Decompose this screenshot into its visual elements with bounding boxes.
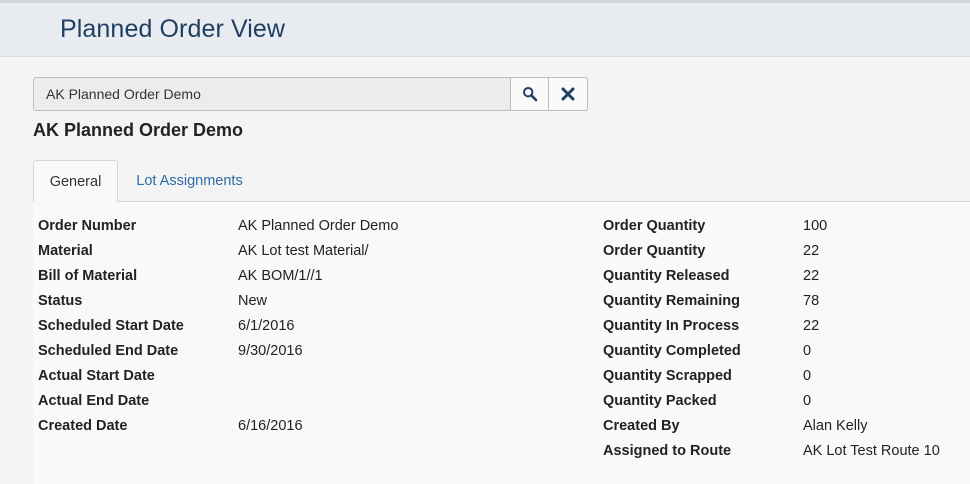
field-value: 22 (803, 268, 820, 284)
search-bar (33, 77, 588, 111)
field-value: 9/30/2016 (238, 343, 303, 359)
field-label: Created Date (38, 418, 128, 434)
field-value: 22 (803, 318, 820, 334)
field-value: AK Lot Test Route 10 (803, 443, 940, 459)
field-value: 0 (803, 393, 812, 409)
field-value: Alan Kelly (803, 418, 868, 434)
field-label: Quantity Packed (603, 393, 717, 409)
field-value: New (238, 293, 268, 309)
field-label: Scheduled Start Date (38, 318, 184, 334)
clear-button[interactable] (549, 77, 588, 111)
field-label: Quantity Remaining (603, 293, 740, 309)
field-label: Actual Start Date (38, 368, 155, 384)
field-label: Order Quantity (603, 243, 706, 259)
field-label: Actual End Date (38, 393, 150, 409)
tab-general[interactable]: General (33, 160, 118, 203)
field-label: Quantity Completed (603, 343, 741, 359)
field-label: Assigned to Route (603, 443, 732, 459)
search-button[interactable] (510, 77, 549, 111)
general-panel: Order Number AK Planned Order Demo Mater… (33, 202, 970, 484)
field-value: 22 (803, 243, 820, 259)
field-label: Quantity In Process (603, 318, 740, 334)
tab-bar: General Lot Assignments (33, 160, 970, 203)
field-value: AK BOM/1//1 (238, 268, 323, 284)
field-value: 78 (803, 293, 820, 309)
field-label: Status (38, 293, 83, 309)
search-icon (522, 87, 537, 102)
close-icon (561, 87, 575, 101)
field-label: Quantity Released (603, 268, 730, 284)
field-label: Material (38, 243, 93, 259)
field-value: AK Planned Order Demo (238, 218, 399, 234)
page-title: Planned Order View (60, 15, 286, 43)
page-header: Planned Order View (0, 0, 970, 57)
field-label: Order Quantity (603, 218, 706, 234)
field-label: Order Number (38, 218, 137, 234)
field-label: Bill of Material (38, 268, 138, 284)
field-value: 100 (803, 218, 828, 234)
field-value: 0 (803, 343, 812, 359)
record-title: AK Planned Order Demo (33, 120, 244, 140)
field-value: AK Lot test Material/ (238, 243, 369, 259)
tab-lot-assignments[interactable]: Lot Assignments (118, 160, 261, 202)
field-value: 6/16/2016 (238, 418, 303, 434)
field-value: 6/1/2016 (238, 318, 295, 334)
search-input[interactable] (33, 77, 510, 111)
field-label: Created By (603, 418, 680, 434)
field-value: 0 (803, 368, 812, 384)
field-label: Scheduled End Date (38, 343, 179, 359)
field-label: Quantity Scrapped (603, 368, 732, 384)
